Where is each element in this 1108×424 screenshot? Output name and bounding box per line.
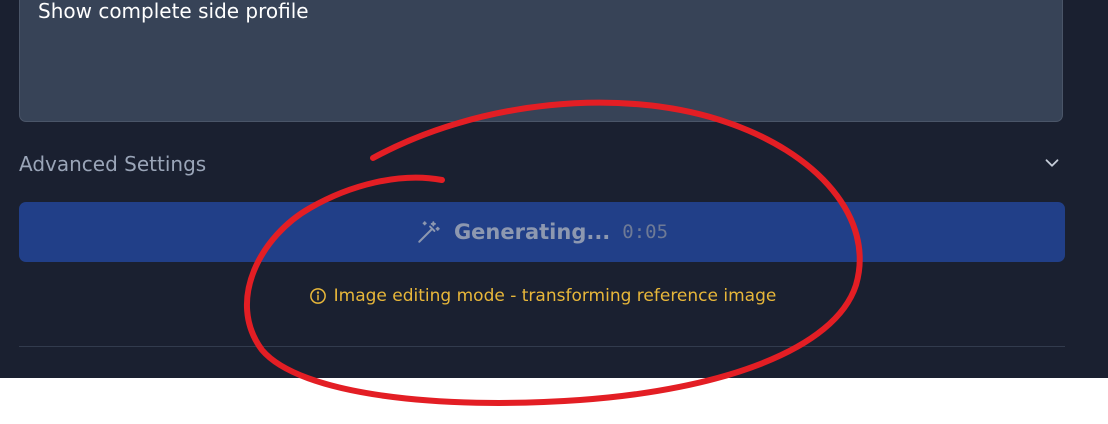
magic-wand-icon <box>418 221 440 243</box>
advanced-settings-label: Advanced Settings <box>19 152 207 176</box>
generate-button[interactable]: Generating... 0:05 <box>19 202 1065 262</box>
divider <box>19 346 1065 347</box>
info-text: Image editing mode - transforming refere… <box>333 286 777 306</box>
chevron-down-icon <box>1045 159 1059 167</box>
app-panel: Show complete side profile Advanced Sett… <box>0 0 1108 378</box>
generation-timer: 0:05 <box>622 221 669 243</box>
prompt-textarea[interactable]: Show complete side profile <box>19 0 1063 122</box>
advanced-settings-toggle[interactable]: Advanced Settings <box>19 150 1065 180</box>
info-icon <box>309 288 326 304</box>
info-message: Image editing mode - transforming refere… <box>0 286 1085 306</box>
prompt-text: Show complete side profile <box>38 0 309 23</box>
generate-button-label: Generating... <box>453 220 611 244</box>
